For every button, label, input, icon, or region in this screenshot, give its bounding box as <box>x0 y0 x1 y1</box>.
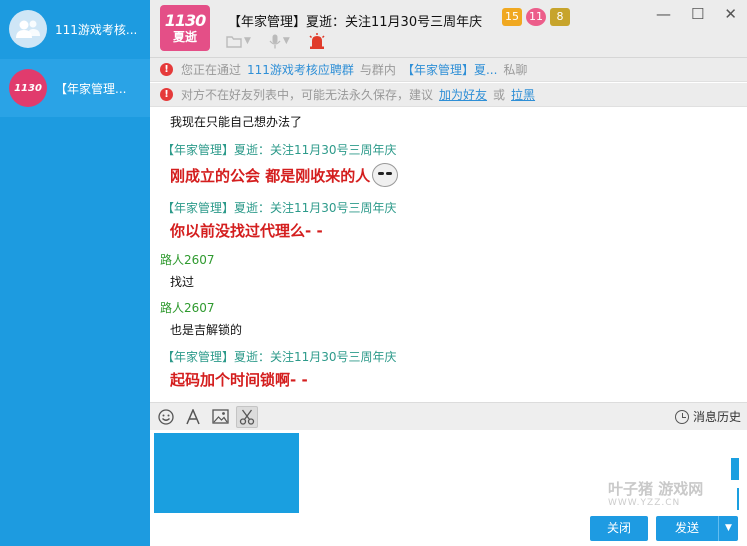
sidebar-item-game-group[interactable]: 111游戏考核... <box>0 0 150 58</box>
scrollbar-thumb[interactable] <box>731 458 739 480</box>
pasted-image[interactable] <box>154 433 299 513</box>
minimize-icon[interactable]: — <box>656 5 671 23</box>
message-emphasis: 你以前没找过代理么- - <box>170 222 323 240</box>
badge-group: 15 11 8 <box>502 8 570 26</box>
window-controls: — ☐ ✕ <box>656 5 737 23</box>
font-icon[interactable] <box>182 406 204 428</box>
message-sender-admin[interactable]: 【年家管理】夏逝：关注11月30号三周年庆 <box>150 199 747 216</box>
chevron-down-icon: ▼ <box>282 36 290 46</box>
chat-header: 1130 夏逝 【年家管理】夏逝：关注11月30号三周年庆 15 11 8 ▼ … <box>150 0 747 58</box>
group-avatar-icon <box>9 10 47 48</box>
maximize-icon[interactable]: ☐ <box>691 5 704 23</box>
message-text: 我现在只能自己想办法了 <box>170 115 303 129</box>
close-icon[interactable]: ✕ <box>724 5 737 23</box>
send-button[interactable]: 发送 ▼ <box>656 516 738 541</box>
rank-badge-icon[interactable]: 8 <box>550 8 570 26</box>
block-link[interactable]: 拉黑 <box>511 86 535 103</box>
heart-badge-icon[interactable]: 11 <box>526 8 546 26</box>
close-button[interactable]: 关闭 <box>590 516 648 541</box>
level-badge-icon[interactable]: 15 <box>502 8 522 26</box>
clock-icon <box>674 409 689 424</box>
input-toolbar: 消息历史 <box>150 402 747 430</box>
warning-icon: ! <box>160 88 173 101</box>
image-icon[interactable] <box>209 406 231 428</box>
message-list[interactable]: 我现在只能自己想办法了 【年家管理】夏逝：关注11月30号三周年庆 刚成立的公会… <box>150 108 747 402</box>
emoji-icon[interactable] <box>155 406 177 428</box>
message-sender-admin[interactable]: 【年家管理】夏逝：关注11月30号三周年庆 <box>150 348 747 365</box>
conversation-sidebar: 111游戏考核... 1130 【年家管理... <box>0 0 150 546</box>
message-sender-guest[interactable]: 路人2607 <box>150 299 747 316</box>
message-emphasis: 起码加个时间锁啊- - <box>170 371 308 389</box>
warning-icon: ! <box>160 63 173 76</box>
sidebar-item-label: 111游戏考核... <box>55 22 138 37</box>
sidebar-item-private-chat[interactable]: 1130 【年家管理... <box>0 59 150 117</box>
message-text: 也是吉解锁的 <box>170 323 243 337</box>
message-emphasis: 刚成立的公会 都是刚收来的人 <box>150 163 747 187</box>
message-sender-admin[interactable]: 【年家管理】夏逝：关注11月30号三周年庆 <box>150 141 747 158</box>
group-link[interactable]: 111游戏考核应聘群 <box>247 61 354 78</box>
send-options-chevron-icon[interactable]: ▼ <box>718 516 738 541</box>
header-toolbar: ▼ ▼ <box>226 33 326 49</box>
scrollbar-track <box>737 488 739 510</box>
not-friend-notice: ! 对方不在好友列表中，可能无法永久保存，建议 加为好友 或 拉黑 <box>150 83 747 107</box>
screenshot-scissors-icon[interactable] <box>236 405 258 428</box>
folder-transfer-icon[interactable]: ▼ <box>226 35 251 48</box>
contact-avatar[interactable]: 1130 夏逝 <box>160 5 210 51</box>
alarm-icon[interactable] <box>308 33 326 49</box>
member-link[interactable]: 【年家管理】夏... <box>402 61 497 78</box>
private-chat-notice: ! 您正在通过 111游戏考核应聘群 与群内 【年家管理】夏... 私聊 <box>150 58 747 82</box>
user-avatar: 1130 <box>9 69 47 107</box>
add-friend-link[interactable]: 加为好友 <box>439 86 487 103</box>
message-input[interactable]: 叶子猪 游戏网 WWW.YZZ.CN 关闭 发送 ▼ <box>150 430 747 546</box>
sidebar-item-label: 【年家管理... <box>55 81 127 96</box>
watermark-logo: 叶子猪 游戏网 WWW.YZZ.CN <box>608 480 704 508</box>
chevron-down-icon: ▼ <box>244 36 251 46</box>
chat-title: 【年家管理】夏逝：关注11月30号三周年庆 <box>228 15 483 30</box>
microphone-icon[interactable]: ▼ <box>269 34 290 49</box>
emoji-face-icon <box>372 163 399 187</box>
message-sender-guest[interactable]: 路人2607 <box>150 251 747 268</box>
message-history-button[interactable]: 消息历史 <box>674 408 741 425</box>
message-text: 找过 <box>170 275 195 289</box>
